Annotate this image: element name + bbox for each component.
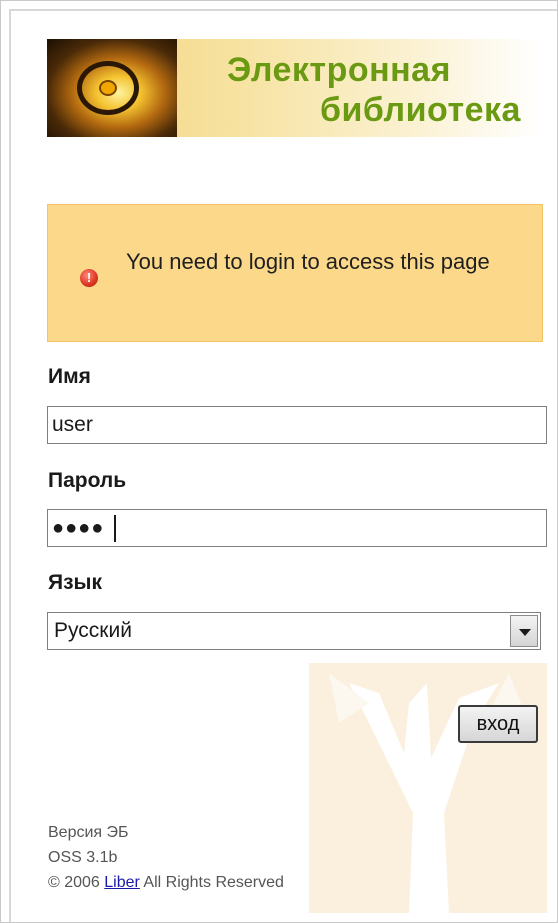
username-label: Имя <box>48 365 91 388</box>
alert-message: You need to login to access this page <box>126 249 490 274</box>
language-select[interactable]: Русский <box>47 612 541 650</box>
login-required-alert: ! You need to login to access this page <box>47 204 543 342</box>
banner-title-line2: библиотека <box>320 91 521 129</box>
chevron-down-icon[interactable] <box>510 615 538 647</box>
text-caret <box>114 515 116 542</box>
disc-hole <box>99 80 117 96</box>
footer-copyright: © 2006 Liber All Rights Reserved <box>48 874 284 892</box>
error-icon: ! <box>80 269 98 287</box>
footer-release: OSS 3.1b <box>48 849 118 866</box>
footer-version: Версия ЭБ <box>48 824 129 841</box>
login-button[interactable]: вход <box>458 705 538 743</box>
username-input[interactable] <box>47 406 547 444</box>
login-window: Электронная библиотека ! You need to log… <box>0 0 558 923</box>
banner-title-line1: Электронная <box>227 51 451 89</box>
copyright-suffix: All Rights Reserved <box>139 874 284 891</box>
language-selected-value: Русский <box>54 619 132 642</box>
copyright-prefix: © 2006 <box>48 874 105 891</box>
tree-watermark-icon <box>309 663 547 913</box>
password-label: Пароль <box>48 469 127 492</box>
tree-watermark <box>309 663 547 913</box>
language-label: Язык <box>48 571 102 594</box>
liber-link[interactable]: Liber <box>104 874 140 891</box>
library-banner: Электронная библиотека <box>47 39 543 137</box>
password-input[interactable]: ●●●● <box>47 509 547 547</box>
disc-logo-icon <box>47 39 177 137</box>
password-mask: ●●●● <box>52 517 105 539</box>
